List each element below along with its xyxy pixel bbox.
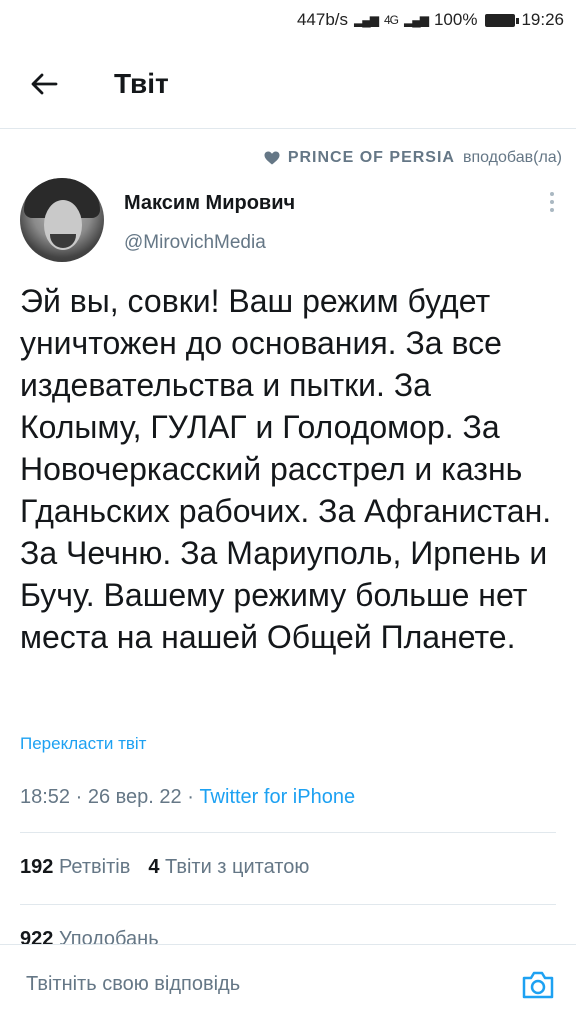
- tweet-author: Максим Мирович @MirovichMedia: [20, 176, 562, 268]
- likes-count: 922: [20, 928, 54, 944]
- tweet-meta: 18:52 · 26 вер. 22 · Twitter for iPhone: [20, 786, 355, 809]
- translate-tweet-link[interactable]: Перекласти твіт: [20, 734, 146, 754]
- social-context[interactable]: PRINCE OF PERSIA вподобав(ла): [0, 144, 576, 172]
- tweet-date: 26 вер. 22: [87, 786, 182, 808]
- arrow-left-icon: [31, 73, 58, 95]
- top-bar: Твіт: [0, 48, 576, 120]
- status-bar: 447b/s ▂▄▆ 4G ▂▄▆ 100% 19:26: [0, 0, 576, 40]
- author-name[interactable]: Максим Мирович: [124, 192, 295, 215]
- tweet-time: 18:52: [20, 786, 71, 808]
- stats-row: 192 Ретвітів 4 Твіти з цитатою: [20, 856, 309, 879]
- liked-by-name[interactable]: PRINCE OF PERSIA: [288, 149, 455, 167]
- likes-stat[interactable]: 922 Уподобань: [20, 928, 159, 944]
- camera-icon: [522, 971, 554, 998]
- signal-icon: ▂▄▆: [354, 13, 379, 27]
- meta-separator: ·: [187, 786, 200, 808]
- signal-icon-2: ▂▄▆: [404, 13, 429, 27]
- more-dots-icon: [550, 192, 554, 196]
- likes-label: Уподобань: [58, 928, 159, 944]
- reply-bar: [0, 944, 576, 1024]
- network-speed: 447b/s: [296, 10, 349, 29]
- retweets-count: 192: [20, 856, 54, 878]
- avatar[interactable]: [20, 178, 104, 262]
- quotes-label: Твіти з цитатою: [165, 856, 310, 878]
- quotes-stat[interactable]: 4 Твіти з цитатою: [148, 856, 309, 879]
- retweets-label: Ретвітів: [58, 856, 131, 878]
- tweet-source-link[interactable]: Twitter for iPhone: [199, 786, 355, 808]
- camera-button[interactable]: [520, 967, 556, 1003]
- quotes-count: 4: [148, 856, 160, 878]
- liked-by-suffix: вподобав(ла): [462, 149, 562, 166]
- reply-input[interactable]: [24, 972, 468, 997]
- network-type: 4G: [383, 13, 399, 27]
- author-handle[interactable]: @MirovichMedia: [124, 232, 266, 254]
- clock: 19:26: [521, 10, 564, 29]
- stats-divider: [20, 904, 556, 905]
- header-divider: [0, 128, 576, 129]
- heart-icon: [264, 151, 280, 165]
- retweets-stat[interactable]: 192 Ретвітів: [20, 856, 130, 879]
- page-title: Твіт: [114, 68, 169, 99]
- battery-percent: 100%: [433, 10, 478, 29]
- meta-separator: ·: [75, 786, 88, 808]
- meta-divider: [20, 832, 556, 833]
- tweet-text: Эй вы, совки! Ваш режим будет уничтожен …: [20, 283, 552, 655]
- more-options-button[interactable]: [546, 192, 558, 212]
- back-button[interactable]: [14, 54, 74, 114]
- battery-icon: [485, 13, 520, 27]
